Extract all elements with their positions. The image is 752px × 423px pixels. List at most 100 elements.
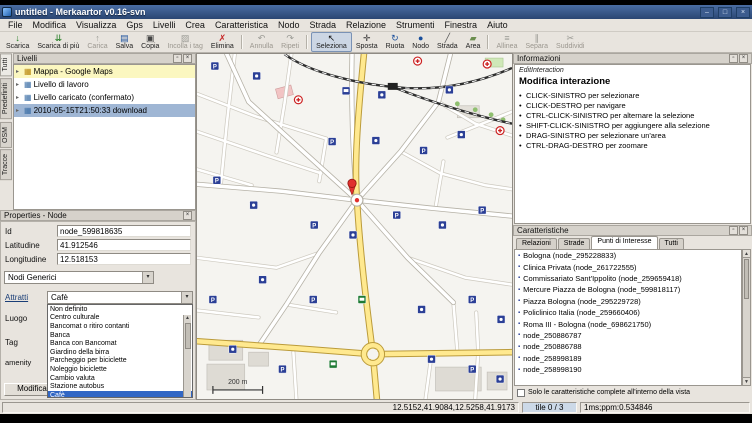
dock-tab[interactable]: Tutti <box>0 53 12 76</box>
menu-item[interactable]: Caratteristica <box>210 20 273 30</box>
toolbar-button[interactable]: ▰ Area <box>462 32 485 52</box>
dropdown-option[interactable]: Cambio valuta <box>48 374 192 383</box>
toolbar-button[interactable]: ↖ Seleziona <box>311 32 352 52</box>
dropdown-option[interactable]: Parcheggio per biciclette <box>48 357 192 366</box>
scrollbar-thumb[interactable] <box>744 259 749 299</box>
dock-tab[interactable]: OSM <box>0 122 12 148</box>
toolbar-button[interactable]: ↑ Carica <box>83 32 111 52</box>
dropdown-option[interactable]: Centro culturale <box>48 314 192 323</box>
feature-item[interactable]: ▪ Mercure Piazza de Bologna (node_599818… <box>515 284 741 295</box>
node-icon: ▪ <box>518 344 520 350</box>
toolbar-button[interactable]: ↷ Ripeti <box>277 32 303 52</box>
menu-item[interactable]: Nodo <box>273 20 305 30</box>
dropdown-option[interactable]: Cafè <box>48 391 192 398</box>
amenity-combo[interactable]: Cafè ▾ <box>47 291 193 304</box>
float-icon[interactable]: ▫ <box>729 54 738 63</box>
dropdown-option[interactable]: Stazione autobus <box>48 382 192 391</box>
amenity-link-label[interactable]: Attratti <box>5 293 28 302</box>
toolbar-button[interactable]: ✛ Sposta <box>352 32 382 52</box>
feature-item[interactable]: ▪ Piazza Bologna (node_295229728) <box>515 296 741 307</box>
feature-item[interactable]: ▪ node_258998189 <box>515 353 741 364</box>
longitude-field[interactable]: 12.518153 <box>57 253 191 265</box>
layer-row[interactable]: ▸ ▦ Mappa - Google Maps <box>14 65 195 78</box>
menu-item[interactable]: Visualizza <box>71 20 121 30</box>
dock-tab[interactable]: Tracce <box>0 149 12 180</box>
chevron-down-icon[interactable]: ▾ <box>142 272 153 283</box>
chevron-down-icon[interactable]: ▾ <box>181 292 192 303</box>
dropdown-option[interactable]: Giardino della birra <box>48 348 192 357</box>
float-icon[interactable]: ▫ <box>173 54 182 63</box>
menu-item[interactable]: Livelli <box>148 20 181 30</box>
latitude-field[interactable]: 41.912546 <box>57 239 191 251</box>
toolbar-button[interactable]: ● Nodo <box>408 32 433 52</box>
toolbar-button[interactable]: ▨ Incolla i tag <box>163 32 206 52</box>
scroll-down-icon[interactable]: ▼ <box>743 377 750 385</box>
maximize-icon[interactable]: □ <box>718 7 732 18</box>
layer-row[interactable]: ▸ ▦ 2010-05-15T21:50:33 download <box>14 104 195 117</box>
feature-item[interactable]: ▪ node_250886788 <box>515 341 741 352</box>
menu-item[interactable]: Aiuto <box>482 20 513 30</box>
menu-item[interactable]: Finestra <box>440 20 483 30</box>
toolbar-button[interactable]: ╱ Strada <box>433 32 462 52</box>
features-tab[interactable]: Punti di Interesse <box>591 236 657 249</box>
features-tab[interactable]: Tutti <box>659 238 684 249</box>
dropdown-option[interactable]: Banca con Bancomat <box>48 339 192 348</box>
toolbar-button[interactable] <box>241 35 243 49</box>
preset-combo[interactable]: Nodi Generici ▾ <box>4 271 154 284</box>
branch-icon: ▸ <box>16 81 22 88</box>
map-view[interactable]: P <box>196 53 513 400</box>
dock-tab[interactable]: Predefiniti <box>0 78 12 119</box>
feature-item[interactable]: ▪ node_258998190 <box>515 364 741 375</box>
toolbar-button[interactable]: ↶ Annulla <box>246 32 277 52</box>
toolbar-button[interactable]: ▤ Salva <box>112 32 138 52</box>
toolbar-button[interactable] <box>487 35 489 49</box>
toolbar-button-icon: ╱ <box>445 34 450 43</box>
scrollbar-thumb[interactable] <box>185 323 191 349</box>
feature-item[interactable]: ▪ Clinica Privata (node_261722555) <box>515 261 741 272</box>
float-icon[interactable]: ▫ <box>729 226 738 235</box>
close-icon[interactable]: × <box>183 211 192 220</box>
toolbar-button[interactable]: ≡ Allinea <box>492 32 521 52</box>
bullet-icon: • <box>519 91 523 100</box>
complete-features-checkbox[interactable] <box>517 389 525 397</box>
menu-item[interactable]: Modifica <box>28 20 72 30</box>
map-canvas[interactable]: P <box>197 54 512 399</box>
scroll-up-icon[interactable]: ▲ <box>185 315 190 321</box>
menu-item[interactable]: File <box>3 20 28 30</box>
toolbar-button[interactable]: ⇊ Scarica di più <box>33 32 83 52</box>
layer-row[interactable]: ▸ ▦ Livello di lavoro <box>14 78 195 91</box>
close-icon[interactable]: × <box>736 7 750 18</box>
dropdown-option[interactable]: Banca <box>48 331 192 340</box>
close-icon[interactable]: × <box>183 54 192 63</box>
menu-item[interactable]: Strada <box>304 20 341 30</box>
toolbar-button[interactable]: ✂ Suddividi <box>552 32 588 52</box>
scroll-up-icon[interactable]: ▲ <box>743 250 750 258</box>
toolbar-button[interactable]: ▣ Copia <box>137 32 163 52</box>
feature-item[interactable]: ▪ Bologna (node_295228833) <box>515 250 741 261</box>
menu-item[interactable]: Gps <box>121 20 148 30</box>
features-scrollbar[interactable]: ▲ ▼ <box>742 249 751 386</box>
features-tab[interactable]: Strade <box>558 238 591 249</box>
dropdown-option[interactable]: Noleggio biciclette <box>48 365 192 374</box>
id-field[interactable]: node_599818635 <box>57 225 191 237</box>
toolbar-button[interactable]: ↻ Ruota <box>382 32 409 52</box>
feature-item[interactable]: ▪ Policlinico Italia (node_259660406) <box>515 307 741 318</box>
menu-item[interactable]: Strumenti <box>391 20 440 30</box>
close-icon[interactable]: × <box>739 226 748 235</box>
dropdown-option[interactable]: Bancomat o ritiro contanti <box>48 322 192 331</box>
toolbar-button[interactable]: ✗ Elimina <box>207 32 238 52</box>
toolbar-button[interactable] <box>306 35 308 49</box>
minimize-icon[interactable]: – <box>700 7 714 18</box>
feature-item[interactable]: ▪ node_250886787 <box>515 330 741 341</box>
layer-row[interactable]: ▸ ▦ Livello caricato (confermato) <box>14 91 195 104</box>
menu-item[interactable]: Crea <box>180 20 210 30</box>
dropdown-scrollbar[interactable]: ▲ <box>183 315 191 397</box>
close-icon[interactable]: × <box>739 54 748 63</box>
toolbar-button[interactable]: ∥ Separa <box>521 32 552 52</box>
feature-item[interactable]: ▪ Commissariato Sant'Ippolito (node_2596… <box>515 273 741 284</box>
features-tab[interactable]: Relazioni <box>516 238 557 249</box>
feature-item[interactable]: ▪ Roma III - Bologna (node_698621750) <box>515 318 741 329</box>
menu-item[interactable]: Relazione <box>341 20 391 30</box>
toolbar-button[interactable]: ↓ Scarica <box>2 32 33 52</box>
dropdown-option[interactable]: Non definito <box>48 305 192 314</box>
